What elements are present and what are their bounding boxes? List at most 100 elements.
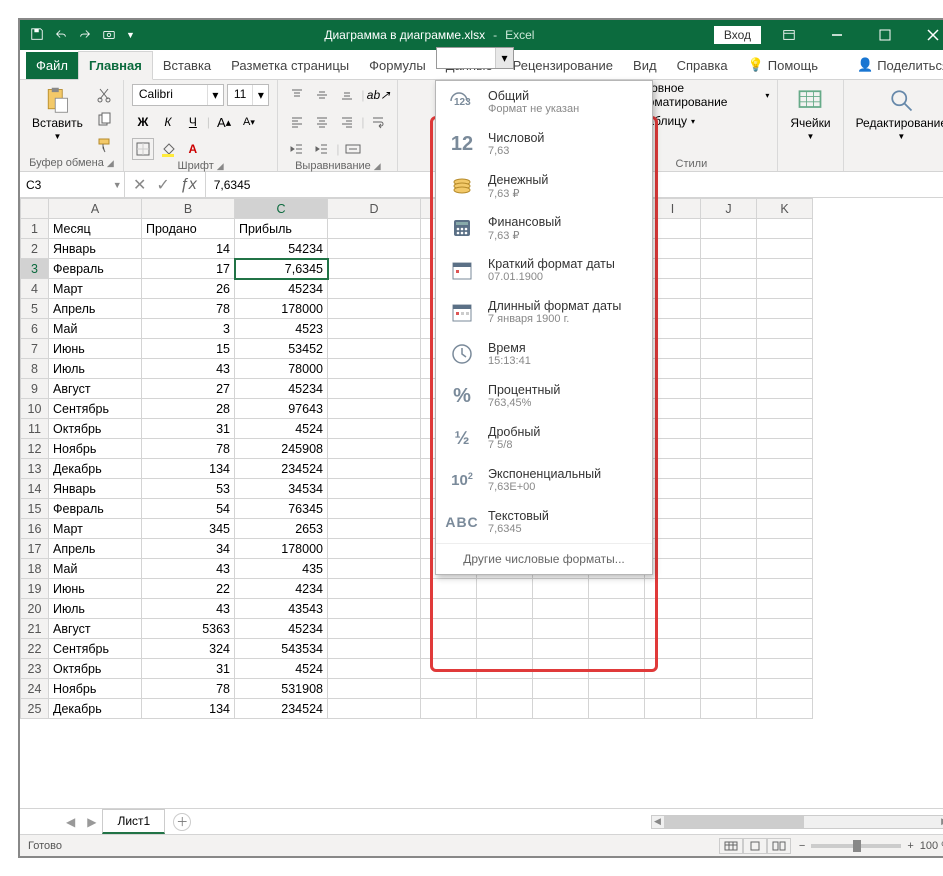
cell[interactable] — [701, 599, 757, 619]
font-size-combo[interactable]: 11▾ — [227, 84, 269, 106]
copy-icon[interactable] — [93, 109, 115, 131]
cell[interactable] — [328, 399, 421, 419]
editing-button[interactable]: Редактирование ▼ — [852, 84, 943, 143]
cell[interactable] — [421, 659, 477, 679]
cell[interactable] — [328, 559, 421, 579]
cell[interactable] — [328, 439, 421, 459]
cell[interactable]: 15 — [142, 339, 235, 359]
dialog-launcher-icon[interactable]: ◢ — [374, 161, 381, 172]
zoom-level[interactable]: 100 % — [920, 840, 943, 852]
dialog-launcher-icon[interactable]: ◢ — [217, 161, 224, 172]
cell[interactable]: 45234 — [235, 379, 328, 399]
cell[interactable] — [757, 679, 813, 699]
cell[interactable]: 43 — [142, 599, 235, 619]
row-header[interactable]: 6 — [21, 319, 49, 339]
cell[interactable]: Февраль — [49, 499, 142, 519]
dialog-launcher-icon[interactable]: ◢ — [107, 158, 114, 169]
row-header[interactable]: 13 — [21, 459, 49, 479]
name-box-input[interactable] — [20, 172, 110, 197]
cell[interactable] — [757, 519, 813, 539]
cell[interactable]: Март — [49, 519, 142, 539]
tab-review[interactable]: Рецензирование — [503, 52, 623, 79]
cell[interactable]: 26 — [142, 279, 235, 299]
cell[interactable] — [701, 219, 757, 239]
cell[interactable] — [701, 279, 757, 299]
number-format-option[interactable]: Финансовый 7,63 ₽ — [436, 207, 652, 249]
cell[interactable] — [328, 279, 421, 299]
cell[interactable] — [421, 619, 477, 639]
cell[interactable]: 34 — [142, 539, 235, 559]
number-format-option[interactable]: 123 Общий Формат не указан — [436, 81, 652, 123]
decrease-font-icon[interactable]: A▾ — [238, 111, 260, 133]
cell[interactable]: 54234 — [235, 239, 328, 259]
cell[interactable]: 5363 — [142, 619, 235, 639]
cell[interactable] — [701, 359, 757, 379]
cell[interactable] — [757, 359, 813, 379]
cell[interactable] — [589, 579, 645, 599]
cell[interactable] — [421, 699, 477, 719]
align-left-icon[interactable] — [286, 111, 308, 133]
cell[interactable] — [328, 319, 421, 339]
cell[interactable] — [328, 499, 421, 519]
format-painter-icon[interactable] — [93, 134, 115, 156]
cell[interactable] — [757, 619, 813, 639]
cell[interactable]: Октябрь — [49, 659, 142, 679]
number-format-option[interactable]: 12 Числовой 7,63 — [436, 123, 652, 165]
sheet-tab-active[interactable]: Лист1 — [102, 809, 165, 834]
row-header[interactable]: 25 — [21, 699, 49, 719]
cell[interactable]: 4523 — [235, 319, 328, 339]
row-header[interactable]: 9 — [21, 379, 49, 399]
column-header[interactable]: D — [328, 199, 421, 219]
row-header[interactable]: 14 — [21, 479, 49, 499]
column-header[interactable]: B — [142, 199, 235, 219]
cell[interactable]: 76345 — [235, 499, 328, 519]
tell-me[interactable]: 💡 Помощь — [738, 51, 828, 79]
cell[interactable] — [477, 659, 533, 679]
cell[interactable] — [589, 679, 645, 699]
cell[interactable] — [328, 299, 421, 319]
cell[interactable]: Продано — [142, 219, 235, 239]
cell[interactable]: 78000 — [235, 359, 328, 379]
column-header[interactable]: J — [701, 199, 757, 219]
cell[interactable] — [701, 419, 757, 439]
horizontal-scrollbar[interactable]: ◀ ▶ — [651, 815, 943, 829]
cell[interactable]: 31 — [142, 659, 235, 679]
cell[interactable]: 97643 — [235, 399, 328, 419]
cell[interactable]: 4524 — [235, 659, 328, 679]
scrollbar-thumb[interactable] — [664, 816, 804, 828]
cell[interactable] — [757, 499, 813, 519]
cell[interactable] — [589, 659, 645, 679]
cell[interactable] — [421, 599, 477, 619]
cell[interactable]: 435 — [235, 559, 328, 579]
cell[interactable] — [757, 639, 813, 659]
cell[interactable] — [533, 679, 589, 699]
cell[interactable]: 245908 — [235, 439, 328, 459]
tab-help[interactable]: Справка — [667, 52, 738, 79]
cell[interactable] — [701, 239, 757, 259]
underline-button[interactable]: Ч — [182, 111, 204, 133]
cell[interactable]: 234524 — [235, 459, 328, 479]
cell[interactable] — [328, 679, 421, 699]
cell[interactable] — [328, 259, 421, 279]
bold-button[interactable]: Ж — [132, 111, 154, 133]
cell[interactable] — [589, 639, 645, 659]
cell[interactable]: Август — [49, 619, 142, 639]
cell[interactable] — [328, 699, 421, 719]
cell[interactable] — [477, 699, 533, 719]
cell[interactable]: 45234 — [235, 619, 328, 639]
cell[interactable] — [328, 379, 421, 399]
save-icon[interactable] — [30, 27, 44, 44]
cell[interactable]: Январь — [49, 479, 142, 499]
cell[interactable] — [645, 639, 701, 659]
cell[interactable] — [701, 499, 757, 519]
cell[interactable]: 22 — [142, 579, 235, 599]
camera-icon[interactable] — [102, 27, 116, 44]
cell[interactable]: Апрель — [49, 539, 142, 559]
cell[interactable]: Июль — [49, 599, 142, 619]
cell[interactable] — [701, 459, 757, 479]
cell[interactable] — [328, 239, 421, 259]
paste-button[interactable]: Вставить ▼ — [28, 84, 87, 143]
zoom-in-button[interactable]: + — [907, 840, 913, 852]
cell[interactable] — [328, 579, 421, 599]
cell[interactable] — [757, 339, 813, 359]
